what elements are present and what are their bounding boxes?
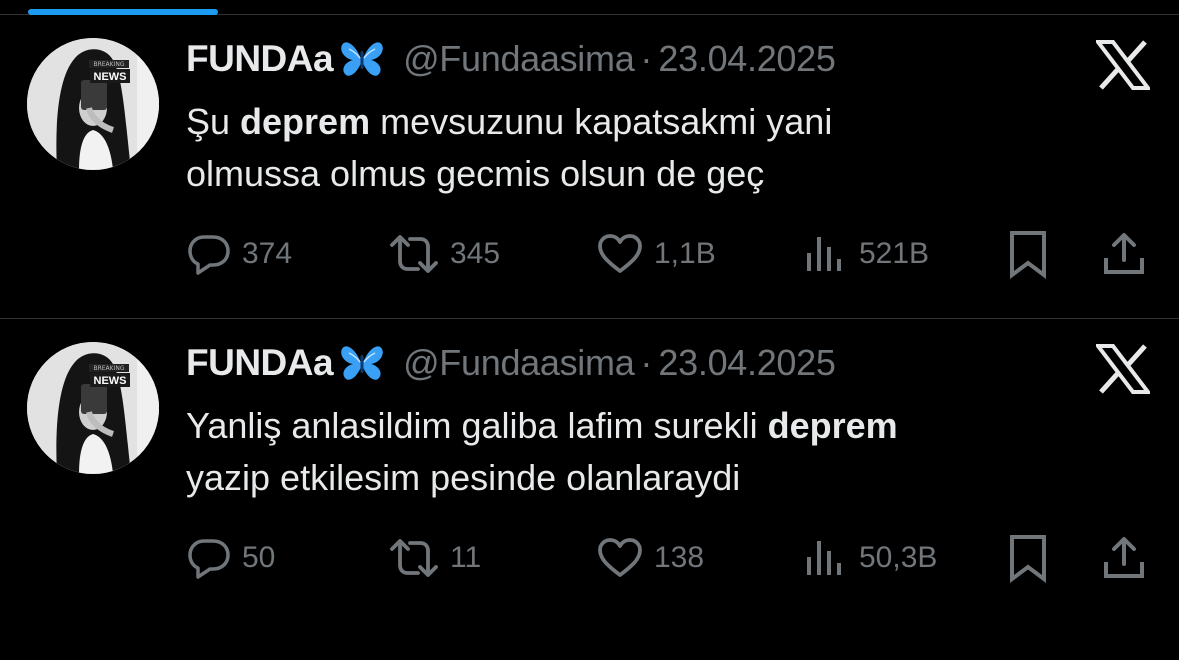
reply-button[interactable]: 50: [186, 530, 275, 586]
tweet[interactable]: BREAKING NEWS FUNDAa @Fundaasima · 23.04…: [0, 16, 1179, 321]
text-segment: Yanliş anlasildim galiba lafim surekli: [186, 405, 768, 446]
share-button[interactable]: [1101, 226, 1147, 282]
avatar-badge: NEWS: [94, 71, 127, 83]
views-icon: [807, 237, 841, 271]
tab-indicator: [0, 0, 1179, 16]
user-handle[interactable]: @Fundaasima: [403, 342, 635, 384]
separator-dot: ·: [640, 38, 653, 79]
reply-button[interactable]: 374: [186, 226, 292, 282]
text-segment: Şu: [186, 101, 241, 142]
butterfly-icon: [341, 346, 383, 380]
text-segment: mevsuzunu kapatsakmi yani: [370, 101, 833, 142]
svg-text:BREAKING: BREAKING: [93, 61, 124, 68]
tweet-actions: 50 11 138 50,3B: [0, 530, 1179, 586]
views-button[interactable]: 50,3B: [803, 530, 937, 586]
like-button[interactable]: 138: [596, 530, 704, 586]
retweet-count: 345: [450, 237, 501, 270]
retweet-button[interactable]: 345: [388, 226, 500, 282]
retweet-icon: [390, 539, 438, 577]
avatar-photo: BREAKING NEWS: [27, 38, 159, 170]
tweet-text-line: yazip etkilesim pesinde olanlaraydi: [186, 457, 741, 498]
reply-icon: [188, 235, 230, 275]
tweet-text: Şu deprem mevsuzunu kapatsakmi yani olmu…: [186, 96, 1146, 200]
retweet-icon: [390, 235, 438, 273]
x-logo-icon: [1096, 344, 1150, 394]
tweet-text-line: olmussa olmus gecmis olsun de geç: [186, 153, 765, 194]
avatar[interactable]: BREAKING NEWS: [27, 38, 159, 170]
tweet-actions: 374 345 1,1B 521B: [0, 226, 1179, 282]
retweet-button[interactable]: 11: [388, 530, 481, 586]
display-name[interactable]: FUNDAa: [186, 38, 334, 80]
views-count: 521B: [859, 237, 930, 270]
svg-text:BREAKING: BREAKING: [93, 365, 124, 372]
views-count: 50,3B: [859, 541, 938, 574]
avatar-photo: BREAKING NEWS: [27, 342, 159, 474]
share-icon: [1104, 537, 1144, 578]
share-button[interactable]: [1101, 530, 1147, 586]
bookmark-button[interactable]: [1007, 530, 1049, 586]
tweet-divider: [0, 318, 1179, 319]
reply-icon: [188, 539, 230, 579]
reply-count: 374: [242, 237, 293, 270]
retweet-count: 11: [450, 541, 482, 574]
butterfly-icon: [341, 42, 383, 76]
bookmark-icon: [1010, 535, 1046, 583]
tweet-text: Yanliş anlasildim galiba lafim surekli d…: [186, 400, 1146, 504]
share-icon: [1104, 233, 1144, 274]
like-button[interactable]: 1,1B: [596, 226, 716, 282]
tweet-text-line: Yanliş anlasildim galiba lafim surekli d…: [186, 400, 1146, 452]
heart-icon: [598, 234, 642, 273]
bookmark-icon: [1010, 231, 1046, 279]
tweet-text-line: Şu deprem mevsuzunu kapatsakmi yani: [186, 96, 1146, 148]
views-icon: [807, 541, 841, 575]
reply-count: 50: [242, 541, 276, 574]
separator-dot: ·: [640, 342, 653, 383]
highlighted-keyword: deprem: [767, 405, 898, 446]
like-count: 138: [654, 541, 705, 574]
tweet-date[interactable]: 23.04.2025: [658, 342, 835, 384]
x-logo-icon: [1096, 40, 1150, 90]
views-button[interactable]: 521B: [803, 226, 929, 282]
avatar[interactable]: BREAKING NEWS: [27, 342, 159, 474]
bookmark-button[interactable]: [1007, 226, 1049, 282]
avatar-badge: NEWS: [94, 375, 127, 387]
heart-icon: [598, 538, 642, 577]
active-tab-indicator: [28, 9, 218, 15]
tweet-header: FUNDAa @Fundaasima · 23.04.2025: [186, 34, 836, 84]
tweet[interactable]: BREAKING NEWS FUNDAa @Fundaasima · 23.04…: [0, 320, 1179, 625]
display-name[interactable]: FUNDAa: [186, 342, 334, 384]
user-handle[interactable]: @Fundaasima: [403, 38, 635, 80]
highlighted-keyword: deprem: [240, 101, 371, 142]
like-count: 1,1B: [654, 237, 716, 270]
tweet-date[interactable]: 23.04.2025: [658, 38, 835, 80]
tweet-header: FUNDAa @Fundaasima · 23.04.2025: [186, 338, 836, 388]
